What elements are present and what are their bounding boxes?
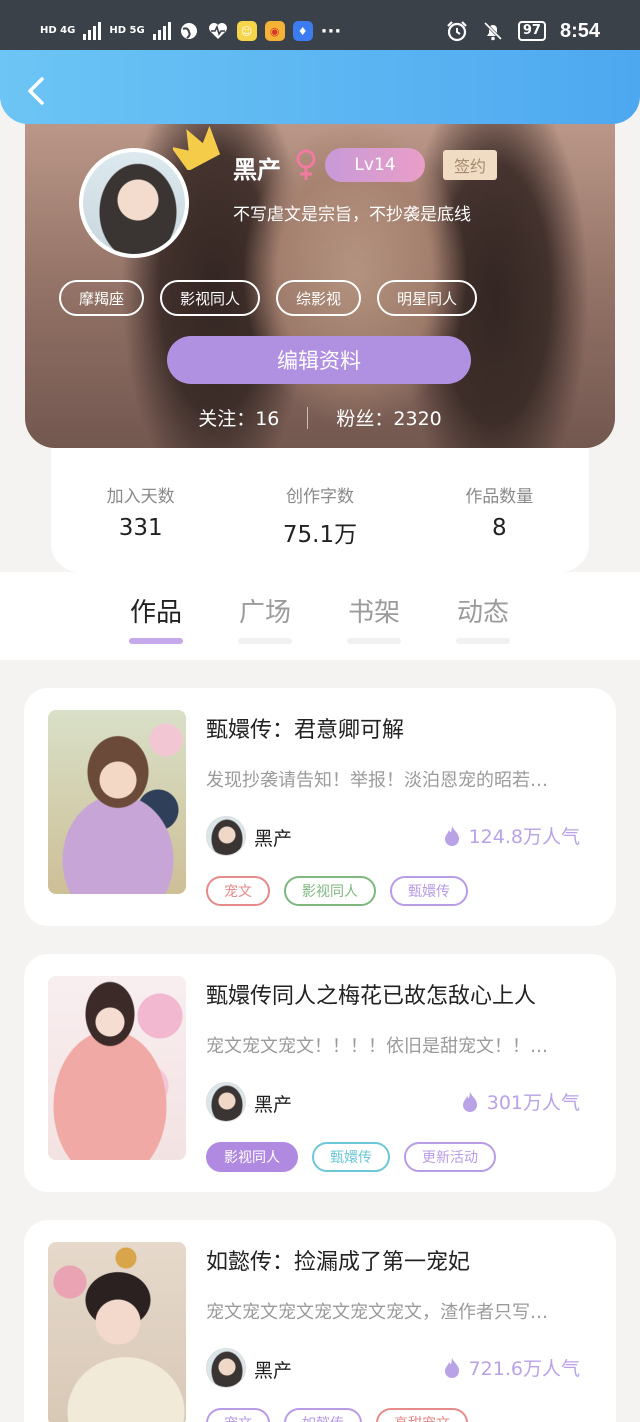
status-right: 97 8:54 <box>446 20 600 43</box>
book-tags: 宠文 如懿传 高甜宠文 <box>206 1408 468 1422</box>
more-notifications-icon: ··· <box>320 20 342 42</box>
tab-underline <box>456 638 510 644</box>
heart-pulse-icon <box>207 21 229 41</box>
stat-label: 创作字数 <box>285 487 354 507</box>
popularity-count: 124.8万人气 <box>468 826 580 848</box>
book-cover[interactable] <box>48 710 186 894</box>
flame-icon <box>462 1091 477 1112</box>
network-indicator-1: HD 4G <box>40 25 76 36</box>
profile-tag[interactable]: 影视同人 <box>160 280 261 316</box>
alarm-icon <box>446 20 468 42</box>
followers-count[interactable]: 粉丝：2320 <box>336 404 441 431</box>
following-count[interactable]: 关注：16 <box>198 404 279 431</box>
globe-icon <box>179 21 199 41</box>
stat-value: 75.1万 <box>282 522 358 548</box>
crown-icon <box>173 125 221 170</box>
book-tag[interactable]: 宠文 <box>206 1408 270 1422</box>
book-tag[interactable]: 更新活动 <box>404 1142 496 1172</box>
book-tags: 影视同人 甄嬛传 更新活动 <box>206 1142 496 1172</box>
stat-days-joined: 加入天数 331 <box>61 482 221 541</box>
signal-icon-2 <box>152 22 171 40</box>
stat-value: 8 <box>491 515 507 541</box>
follow-stats: 关注：16 粉丝：2320 <box>25 404 615 431</box>
book-title[interactable]: 甄嬛传同人之梅花已故怎敌心上人 <box>206 978 596 1010</box>
tab-activity[interactable]: 动态 <box>438 592 528 629</box>
network-indicator-2: HD 5G <box>109 25 145 36</box>
book-card[interactable]: 甄嬛传：君意卿可解 发现抄袭请告知！举报！淡泊恩宠的昭若… 黑产 124.8万人… <box>24 688 616 926</box>
flame-icon <box>444 1357 459 1378</box>
book-tags: 宠文 影视同人 甄嬛传 <box>206 876 468 906</box>
mute-bell-icon <box>482 20 504 42</box>
header-bar <box>0 50 640 124</box>
clock: 8:54 <box>559 19 600 42</box>
author-name: 黑产 <box>254 1360 293 1382</box>
app-notification-icon: ☺ <box>236 21 257 41</box>
profile-tag[interactable]: 明星同人 <box>377 280 478 316</box>
username: 黑产 <box>233 156 281 184</box>
popularity: 124.8万人气 <box>443 822 580 849</box>
tab-bar: 作品 广场 书架 动态 <box>0 572 640 660</box>
book-tag[interactable]: 甄嬛传 <box>390 876 468 906</box>
level-badge: Lv14 <box>325 148 425 182</box>
profile-header-card: 黑产 Lv14 签约 不写虐文是宗旨，不抄袭是底线 摩羯座 影视同人 综影视 明… <box>25 124 615 448</box>
back-button[interactable] <box>24 76 48 106</box>
author-name: 黑产 <box>254 828 293 850</box>
tab-square[interactable]: 广场 <box>220 592 310 629</box>
book-tag[interactable]: 宠文 <box>206 876 270 906</box>
tab-bookshelf[interactable]: 书架 <box>329 592 419 629</box>
book-card[interactable]: 甄嬛传同人之梅花已故怎敌心上人 宠文宠文宠文！！！！依旧是甜宠文！！… 黑产 3… <box>24 954 616 1192</box>
book-tag[interactable]: 如懿传 <box>284 1408 362 1422</box>
stat-label: 加入天数 <box>106 487 175 507</box>
battery-indicator: 97 <box>517 21 546 41</box>
book-description: 宠文宠文宠文！！！！依旧是甜宠文！！… <box>206 1036 548 1057</box>
tab-underline <box>347 638 401 644</box>
flame-icon <box>444 825 459 846</box>
profile-signature: 不写虐文是宗旨，不抄袭是底线 <box>233 205 471 225</box>
author-avatar <box>206 1082 246 1122</box>
book-cover[interactable] <box>48 1242 186 1422</box>
book-description: 发现抄袭请告知！举报！淡泊恩宠的昭若… <box>206 770 548 791</box>
stat-works-count: 作品数量 8 <box>419 482 579 541</box>
popularity-count: 721.6万人气 <box>468 1358 580 1380</box>
author-avatar <box>206 1348 246 1388</box>
contract-badge: 签约 <box>443 150 497 180</box>
book-tag[interactable]: 影视同人 <box>284 876 376 906</box>
book-tag[interactable]: 甄嬛传 <box>312 1142 390 1172</box>
author-avatar <box>206 816 246 856</box>
status-left: HD 4G HD 5G ☺ ◉ ♦ ··· <box>40 21 341 42</box>
profile-tag[interactable]: 摩羯座 <box>59 280 145 316</box>
book-title[interactable]: 如懿传：捡漏成了第一宠妃 <box>206 1244 596 1276</box>
popularity-count: 301万人气 <box>486 1092 580 1114</box>
popularity: 301万人气 <box>461 1088 580 1115</box>
stat-label: 作品数量 <box>465 487 534 507</box>
chevron-left-icon <box>28 77 44 105</box>
edit-profile-button[interactable]: 编辑资料 <box>167 336 471 384</box>
divider <box>307 406 309 429</box>
popularity: 721.6万人气 <box>443 1354 580 1381</box>
weibo-icon: ◉ <box>264 21 285 41</box>
stat-word-count: 创作字数 75.1万 <box>240 482 400 549</box>
profile-tags: 摩羯座 影视同人 综影视 明星同人 <box>59 280 478 316</box>
profile-tag[interactable]: 综影视 <box>276 280 362 316</box>
book-cover[interactable] <box>48 976 186 1160</box>
stat-value: 331 <box>118 515 163 541</box>
bulb-app-icon: ♦ <box>292 21 313 41</box>
tab-indicator <box>129 638 183 644</box>
tab-works[interactable]: 作品 <box>111 592 201 629</box>
book-description: 宠文宠文宠文宠文宠文宠文，渣作者只写… <box>206 1302 548 1323</box>
book-title[interactable]: 甄嬛传：君意卿可解 <box>206 712 596 744</box>
female-gender-icon <box>296 149 316 180</box>
book-card[interactable]: 如懿传：捡漏成了第一宠妃 宠文宠文宠文宠文宠文宠文，渣作者只写… 黑产 721.… <box>24 1220 616 1422</box>
author-name: 黑产 <box>254 1094 293 1116</box>
tab-underline <box>238 638 292 644</box>
book-tag[interactable]: 高甜宠文 <box>376 1408 468 1422</box>
author-stats-card: 加入天数 331 创作字数 75.1万 作品数量 8 <box>51 448 589 572</box>
book-tag[interactable]: 影视同人 <box>206 1142 298 1172</box>
signal-icon <box>83 22 102 40</box>
